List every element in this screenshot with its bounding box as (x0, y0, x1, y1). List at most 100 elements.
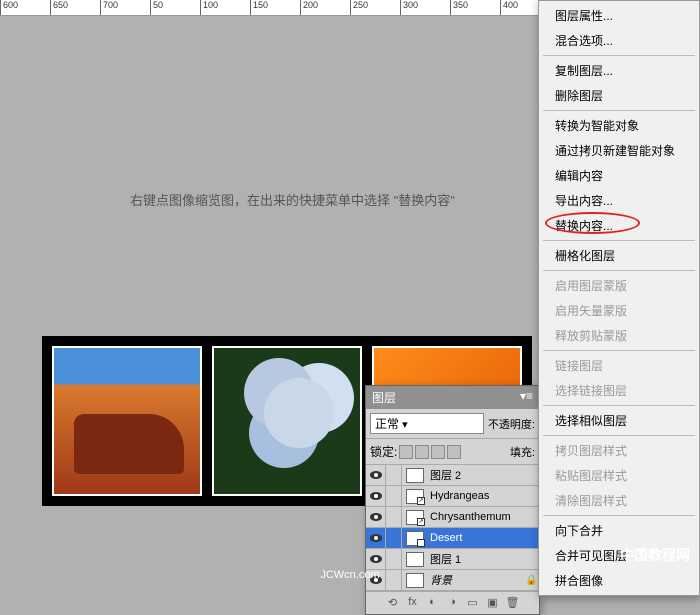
link-icon[interactable]: ⟲ (386, 596, 400, 610)
visibility-toggle[interactable] (366, 465, 386, 485)
highlight-oval (545, 212, 640, 234)
ruler-mark: 50 (150, 0, 200, 15)
visibility-toggle[interactable] (366, 486, 386, 506)
menu-item[interactable]: 复制图层... (539, 58, 699, 83)
ruler-mark: 600 (0, 0, 50, 15)
thumb-flower[interactable] (212, 346, 362, 496)
ruler-mark: 150 (250, 0, 300, 15)
layer-row[interactable]: 图层 2 (366, 465, 539, 486)
fill-label: 填充: (510, 444, 535, 460)
link-col (386, 570, 402, 590)
opacity-label: 不透明度: (488, 416, 535, 432)
mask-icon[interactable]: ◐ (426, 596, 440, 610)
blend-mode-dropdown[interactable]: 正常 ▾ (370, 413, 484, 434)
jcw-watermark: JCWcn.com (320, 569, 379, 581)
smart-object-badge: ↗ (417, 518, 425, 526)
layer-name[interactable]: Desert (428, 532, 539, 544)
menu-item[interactable]: 编辑内容 (539, 163, 699, 188)
ruler-mark: 100 (200, 0, 250, 15)
rock-shape (74, 414, 184, 474)
layer-thumbnail[interactable] (406, 468, 424, 483)
menu-separator (543, 110, 695, 111)
layer-name[interactable]: Hydrangeas (428, 490, 539, 502)
menu-separator (543, 405, 695, 406)
layer-list: 图层 2↗Hydrangeas↗Chrysanthemum↗Desert图层 1… (366, 465, 539, 591)
menu-item[interactable]: 通过拷贝新建智能对象 (539, 138, 699, 163)
link-col (386, 486, 402, 506)
menu-item[interactable]: 转换为智能对象 (539, 113, 699, 138)
eye-icon (370, 492, 382, 500)
menu-item[interactable]: 图层属性... (539, 3, 699, 28)
fx-icon[interactable]: fx (406, 596, 420, 610)
layer-row[interactable]: 背景🔒 (366, 570, 539, 591)
menu-separator (543, 240, 695, 241)
layer-thumbnail[interactable] (406, 573, 424, 588)
layer-thumbnail[interactable]: ↗ (406, 489, 424, 504)
visibility-toggle[interactable] (366, 528, 386, 548)
layer-name[interactable]: Chrysanthemum (428, 511, 539, 523)
menu-item[interactable]: 向下合并 (539, 518, 699, 543)
menu-item: 释放剪贴蒙版 (539, 323, 699, 348)
layer-thumbnail[interactable]: ↗ (406, 531, 424, 546)
menu-item: 粘贴图层样式 (539, 463, 699, 488)
menu-separator (543, 270, 695, 271)
layer-row[interactable]: ↗Desert (366, 528, 539, 549)
ruler-mark: 700 (100, 0, 150, 15)
visibility-toggle[interactable] (366, 507, 386, 527)
menu-item: 启用矢量蒙版 (539, 298, 699, 323)
lock-all-icon[interactable] (447, 445, 461, 459)
menu-item: 清除图层样式 (539, 488, 699, 513)
menu-item[interactable]: 替换内容... (539, 213, 699, 238)
menu-item[interactable]: 栅格化图层 (539, 243, 699, 268)
ruler-mark: 250 (350, 0, 400, 15)
lock-position-icon[interactable] (431, 445, 445, 459)
layer-row[interactable]: ↗Chrysanthemum (366, 507, 539, 528)
link-col (386, 507, 402, 527)
trash-icon[interactable]: 🗑 (506, 596, 520, 610)
menu-item[interactable]: 删除图层 (539, 83, 699, 108)
menu-item: 选择链接图层 (539, 378, 699, 403)
smart-object-badge: ↗ (417, 497, 425, 505)
menu-item: 启用图层蒙版 (539, 273, 699, 298)
eye-icon (370, 555, 382, 563)
link-col (386, 465, 402, 485)
context-menu: 图层属性...混合选项... 复制图层...删除图层转换为智能对象通过拷贝新建智能… (538, 0, 700, 596)
menu-separator (543, 350, 695, 351)
layer-row[interactable]: 图层 1 (366, 549, 539, 570)
new-layer-icon[interactable]: ▣ (486, 596, 500, 610)
menu-item[interactable]: 混合选项... (539, 28, 699, 53)
adjustment-icon[interactable]: ◑ (446, 596, 460, 610)
thumb-desert[interactable] (52, 346, 202, 496)
layer-name[interactable]: 图层 1 (428, 551, 539, 567)
menu-item[interactable]: 选择相似图层 (539, 408, 699, 433)
menu-item: 链接图层 (539, 353, 699, 378)
watermark-bottom: 中国教程网 (620, 545, 690, 565)
panel-footer: ⟲ fx ◐ ◑ ▭ ▣ 🗑 (366, 591, 539, 614)
ruler-mark: 350 (450, 0, 500, 15)
folder-icon[interactable]: ▭ (466, 596, 480, 610)
visibility-toggle[interactable] (366, 549, 386, 569)
ruler-mark: 650 (50, 0, 100, 15)
layer-name[interactable]: 图层 2 (428, 467, 539, 483)
smart-object-badge: ↗ (417, 539, 425, 547)
layer-thumbnail[interactable] (406, 552, 424, 567)
menu-separator (543, 55, 695, 56)
layer-row[interactable]: ↗Hydrangeas (366, 486, 539, 507)
eye-icon (370, 534, 382, 542)
layer-thumbnail[interactable]: ↗ (406, 510, 424, 525)
ruler-mark: 300 (400, 0, 450, 15)
eye-icon (370, 471, 382, 479)
eye-icon (370, 513, 382, 521)
link-col (386, 528, 402, 548)
panel-menu-icon[interactable]: ▾≡ (520, 389, 533, 406)
panel-header[interactable]: 图层 ▾≡ (366, 386, 539, 409)
lock-transparency-icon[interactable] (399, 445, 413, 459)
layer-name[interactable]: 背景 (428, 572, 525, 588)
menu-separator (543, 435, 695, 436)
menu-item[interactable]: 拼合图像 (539, 568, 699, 593)
lock-pixels-icon[interactable] (415, 445, 429, 459)
ruler-mark: 200 (300, 0, 350, 15)
menu-item[interactable]: 导出内容... (539, 188, 699, 213)
layers-panel: 图层 ▾≡ 正常 ▾ 不透明度: 锁定: 填充: 图层 2↗Hydrangeas… (365, 385, 540, 615)
menu-item: 拷贝图层样式 (539, 438, 699, 463)
